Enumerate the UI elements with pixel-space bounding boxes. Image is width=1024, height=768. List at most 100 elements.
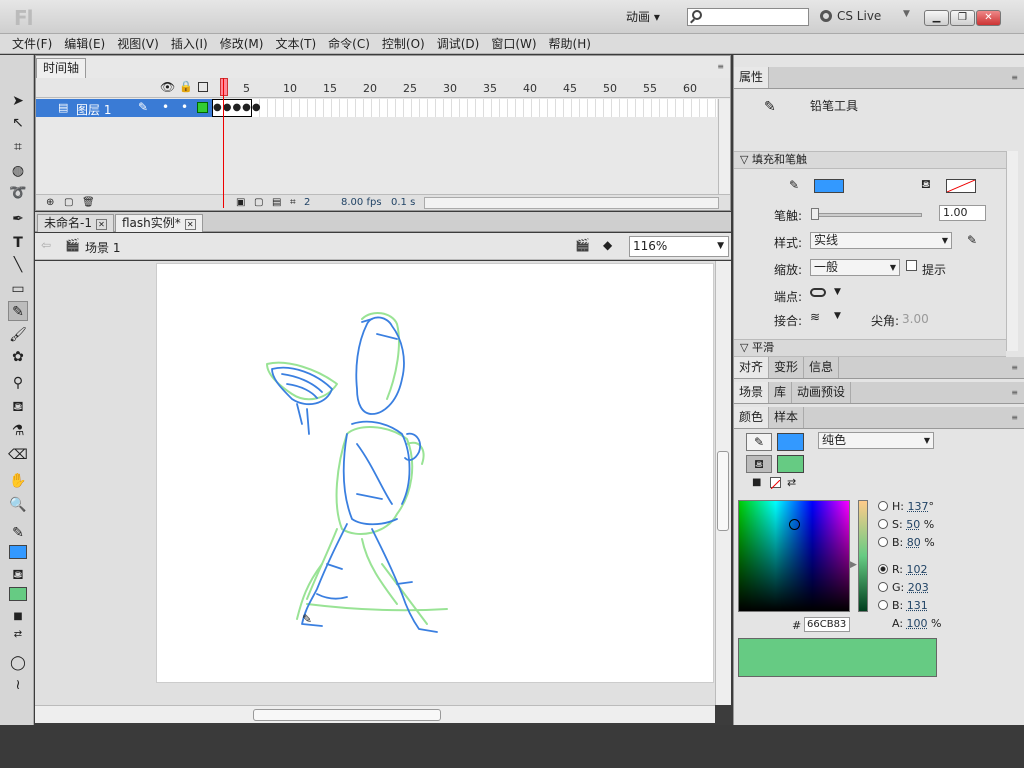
tab-align[interactable]: 对齐 bbox=[734, 357, 770, 378]
properties-scrollbar[interactable] bbox=[1006, 151, 1018, 351]
menu-file[interactable]: 文件(F) bbox=[0, 34, 58, 54]
tab-library[interactable]: 库 bbox=[769, 382, 793, 403]
red-value[interactable]: 102 bbox=[907, 563, 928, 576]
doc-tab-untitled[interactable]: 未命名-1 ✕ bbox=[37, 214, 114, 232]
chevron-down-icon[interactable]: ▼ bbox=[903, 9, 910, 19]
menu-edit[interactable]: 编辑(E) bbox=[58, 34, 111, 54]
new-folder-icon[interactable]: ▢ bbox=[64, 197, 73, 208]
scene-name[interactable]: 场景 1 bbox=[85, 239, 120, 256]
hue-radio[interactable] bbox=[878, 501, 888, 511]
stroke-color-swatch[interactable] bbox=[777, 433, 804, 451]
onion-skin-icon[interactable]: ▣ bbox=[236, 197, 245, 208]
close-button[interactable]: ✕ bbox=[976, 10, 1001, 26]
join-round-icon[interactable]: ≋ bbox=[810, 310, 820, 324]
stroke-color-swatch[interactable] bbox=[9, 545, 27, 559]
blue-value[interactable]: 131 bbox=[907, 599, 928, 612]
green-radio[interactable] bbox=[878, 582, 888, 592]
slider-handle[interactable] bbox=[811, 208, 819, 220]
layer-name[interactable]: 图层 1 bbox=[76, 101, 111, 118]
tab-swatches[interactable]: 样本 bbox=[769, 407, 805, 428]
timeline-horizontal-scrollbar[interactable] bbox=[424, 197, 719, 209]
black-white-icon[interactable]: ■ bbox=[752, 477, 761, 488]
no-color-icon[interactable] bbox=[770, 477, 781, 490]
panel-menu-icon[interactable]: ≡ bbox=[1011, 388, 1018, 397]
stage-vertical-scrollbar[interactable] bbox=[715, 261, 731, 705]
visibility-dot[interactable]: • bbox=[162, 100, 169, 114]
scroll-thumb[interactable] bbox=[253, 709, 441, 721]
frame-rate[interactable]: 8.00 fps bbox=[341, 197, 382, 208]
panel-menu-icon[interactable]: ≡ bbox=[1011, 73, 1018, 82]
slider-arrow-icon[interactable]: ▶ bbox=[850, 560, 857, 570]
swap-colors-icon[interactable]: ⇄ bbox=[8, 625, 28, 645]
color-picker-cursor[interactable] bbox=[789, 519, 800, 530]
menu-view[interactable]: 视图(V) bbox=[111, 34, 165, 54]
section-fill-stroke[interactable]: ▽ 填充和笔触 bbox=[734, 151, 1006, 169]
hex-input[interactable]: 66CB83 bbox=[804, 617, 850, 632]
subselection-tool-icon[interactable]: ↖ bbox=[8, 113, 28, 133]
pencil-tool-icon[interactable]: ✎ bbox=[8, 301, 28, 321]
tab-scene[interactable]: 场景 bbox=[734, 382, 770, 403]
onion-outline-icon[interactable]: ▢ bbox=[254, 197, 263, 208]
workspace-switcher[interactable]: 动画 ▾ bbox=[626, 8, 660, 25]
fill-color-none[interactable] bbox=[946, 179, 976, 193]
menu-text[interactable]: 文本(T) bbox=[269, 34, 322, 54]
new-layer-icon[interactable]: ⊕ bbox=[46, 197, 54, 208]
menu-control[interactable]: 控制(O) bbox=[376, 34, 431, 54]
outline-icon[interactable] bbox=[198, 82, 208, 92]
red-radio[interactable] bbox=[878, 564, 888, 574]
zoom-select[interactable]: 116% ▼ bbox=[629, 236, 729, 257]
close-icon[interactable]: ✕ bbox=[95, 219, 107, 230]
saturation-radio[interactable] bbox=[878, 519, 888, 529]
tab-motion-presets[interactable]: 动画预设 bbox=[792, 382, 852, 403]
brush-tool-icon[interactable]: 🖌 bbox=[8, 325, 28, 345]
panel-menu-icon[interactable]: ≡ bbox=[1011, 413, 1018, 422]
menu-commands[interactable]: 命令(C) bbox=[322, 34, 376, 54]
color-picker-field[interactable] bbox=[738, 500, 850, 612]
edit-scene-icon[interactable]: 🎬 bbox=[575, 238, 590, 252]
paint-bucket-tool-icon[interactable]: ⛾ bbox=[8, 397, 28, 417]
tab-color[interactable]: 颜色 bbox=[734, 407, 770, 428]
eyedropper-tool-icon[interactable]: ⚗ bbox=[8, 421, 28, 441]
swap-colors-icon[interactable]: ⇄ bbox=[787, 476, 796, 489]
timeline-vertical-scrollbar[interactable] bbox=[718, 99, 730, 194]
menu-help[interactable]: 帮助(H) bbox=[543, 34, 597, 54]
lock-icon[interactable]: 🔒 bbox=[179, 80, 193, 93]
menu-modify[interactable]: 修改(M) bbox=[214, 34, 270, 54]
blue-radio[interactable] bbox=[878, 600, 888, 610]
free-transform-tool-icon[interactable]: ⌗ bbox=[8, 137, 28, 157]
edit-stroke-style-icon[interactable]: ✎ bbox=[967, 233, 977, 247]
modify-markers-icon[interactable]: ⌗ bbox=[290, 197, 296, 208]
keyframes[interactable]: ●●●●● bbox=[212, 99, 261, 117]
hue-value[interactable]: 137 bbox=[907, 500, 928, 513]
close-icon[interactable]: ✕ bbox=[184, 219, 196, 230]
layer-row[interactable]: ▤ 图层 1 ✎ • • bbox=[36, 99, 212, 117]
cap-round-icon[interactable] bbox=[810, 288, 826, 297]
stroke-style-select[interactable]: 实线 bbox=[810, 232, 952, 249]
stroke-slider[interactable] bbox=[811, 208, 922, 220]
saturation-value[interactable]: 50 bbox=[906, 518, 920, 531]
pen-tool-icon[interactable]: ✒ bbox=[8, 209, 28, 229]
stage-area[interactable]: ✎ bbox=[35, 261, 715, 705]
minimize-button[interactable]: ▁ bbox=[924, 10, 949, 26]
chevron-down-icon[interactable]: ▼ bbox=[834, 287, 841, 297]
smooth-option-icon[interactable]: ≀ bbox=[8, 675, 28, 695]
edit-multiple-frames-icon[interactable]: ▤ bbox=[272, 197, 281, 208]
section-smooth[interactable]: ▽ 平滑 bbox=[734, 339, 1006, 357]
fill-color-button[interactable]: ⛾ bbox=[746, 455, 772, 473]
menu-debug[interactable]: 调试(D) bbox=[431, 34, 486, 54]
chevron-down-icon[interactable]: ▼ bbox=[834, 311, 841, 321]
tab-properties[interactable]: 属性 bbox=[734, 67, 770, 88]
3d-rotation-tool-icon[interactable]: ◍ bbox=[8, 161, 28, 181]
selection-tool-icon[interactable]: ➤ bbox=[8, 91, 28, 111]
doc-tab-flash-example[interactable]: flash实例* ✕ bbox=[115, 214, 203, 232]
panel-menu-icon[interactable]: ≡ bbox=[717, 62, 724, 71]
frames-row[interactable]: ●●●●● bbox=[212, 99, 717, 117]
help-search-input[interactable] bbox=[687, 8, 809, 26]
deco-tool-icon[interactable]: ✿ bbox=[8, 347, 28, 367]
cs-live-button[interactable]: CS Live bbox=[820, 9, 881, 23]
brightness-radio[interactable] bbox=[878, 537, 888, 547]
stage-horizontal-scrollbar[interactable] bbox=[35, 705, 715, 723]
line-tool-icon[interactable]: ╲ bbox=[8, 255, 28, 275]
chevron-down-icon[interactable]: ▼ bbox=[717, 237, 724, 256]
tab-transform[interactable]: 变形 bbox=[769, 357, 805, 378]
